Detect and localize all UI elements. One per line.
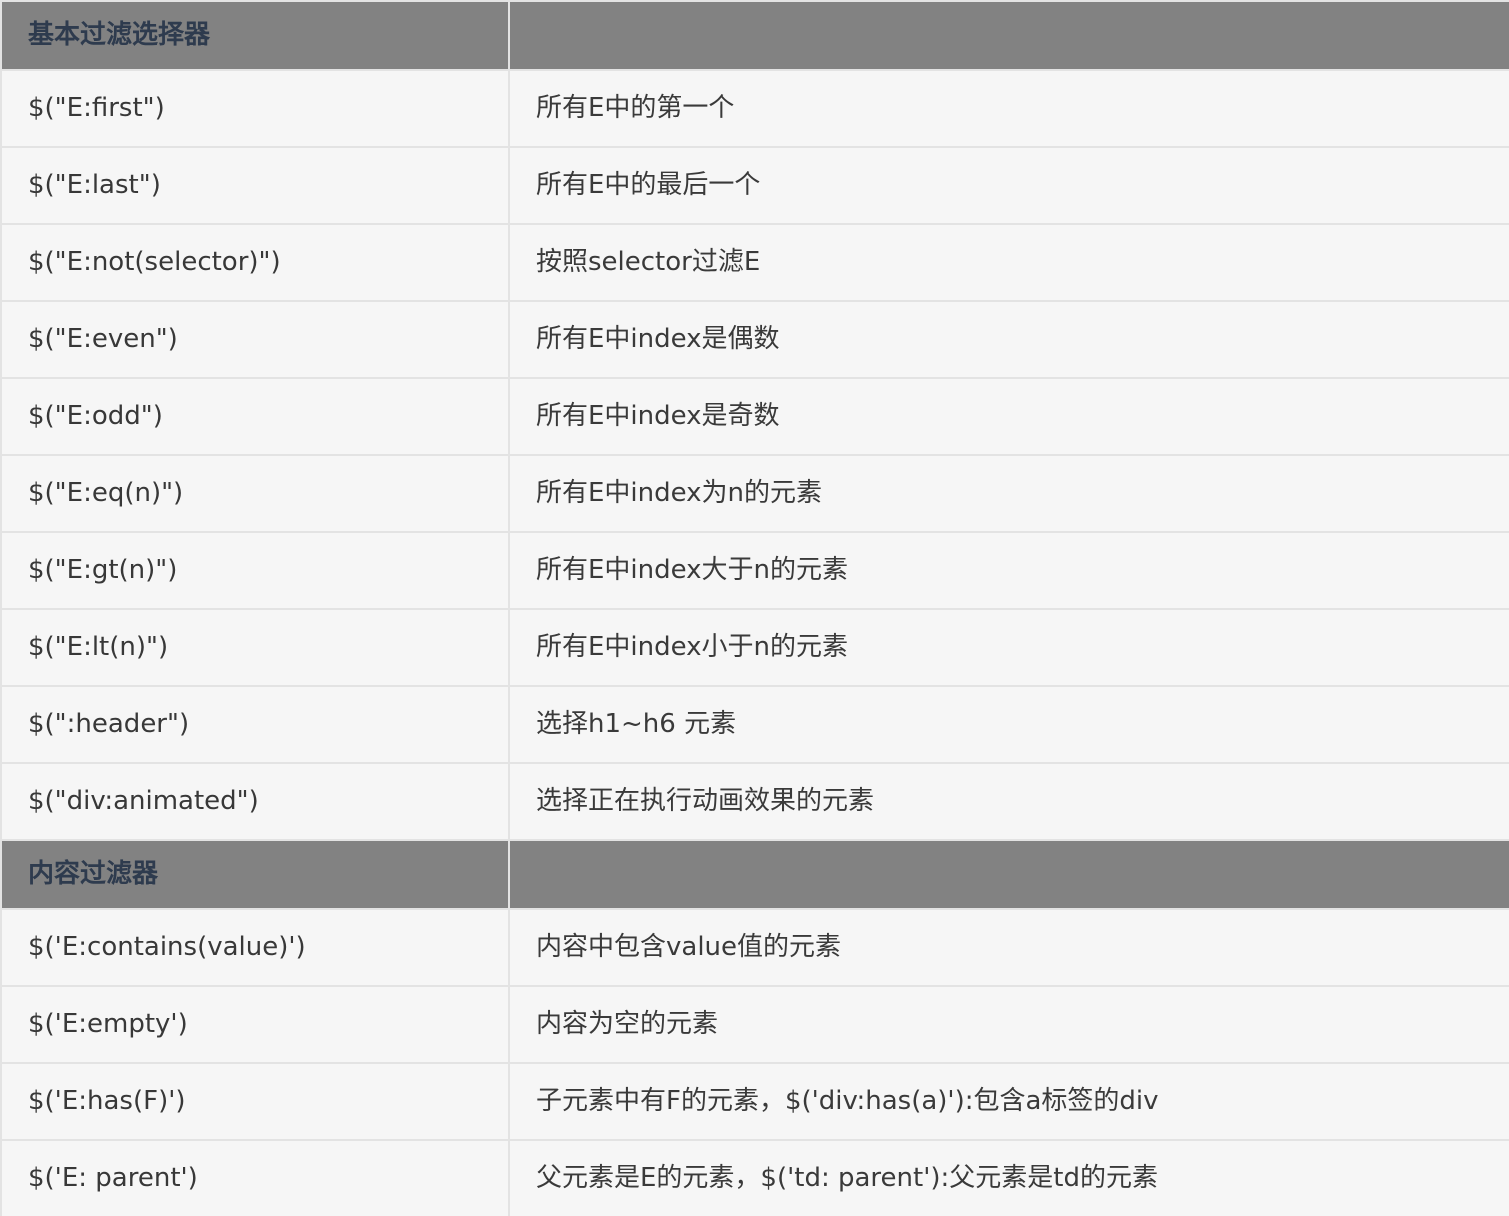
selector-cell: $("div:animated"): [0, 762, 510, 841]
group-title: 基本过滤选择器: [0, 0, 510, 71]
selector-cell: $('E:contains(value)'): [0, 908, 510, 987]
description-cell: 内容为空的元素: [508, 985, 1509, 1064]
selector-cell: $("E:eq(n)"): [0, 454, 510, 533]
description-cell: 所有E中index为n的元素: [508, 454, 1509, 533]
description-cell: 选择正在执行动画效果的元素: [508, 762, 1509, 841]
group-header-basic-filter: 基本过滤选择器: [0, 0, 1509, 71]
group-title: 内容过滤器: [0, 839, 510, 910]
table-row: $("E:last") 所有E中的最后一个: [0, 146, 1509, 225]
selector-cell: $("E:not(selector)"): [0, 223, 510, 302]
table-row: $('E:has(F)') 子元素中有F的元素，$('div:has(a)'):…: [0, 1062, 1509, 1141]
table-row: $('E: parent') 父元素是E的元素，$('td: parent'):…: [0, 1139, 1509, 1216]
selector-cell: $("E:lt(n)"): [0, 608, 510, 687]
table-row: $(":header") 选择h1~h6 元素: [0, 685, 1509, 764]
table-row: $("E:lt(n)") 所有E中index小于n的元素: [0, 608, 1509, 687]
table-row: $("E:eq(n)") 所有E中index为n的元素: [0, 454, 1509, 533]
table-row: $('E:empty') 内容为空的元素: [0, 985, 1509, 1064]
document-page: 基本过滤选择器 $("E:first") 所有E中的第一个 $("E:last"…: [0, 0, 1509, 1216]
selector-cell: $('E:empty'): [0, 985, 510, 1064]
group-header-empty-cell: [508, 839, 1509, 910]
selector-cell: $('E: parent'): [0, 1139, 510, 1216]
description-cell: 所有E中的第一个: [508, 69, 1509, 148]
selector-table: 基本过滤选择器 $("E:first") 所有E中的第一个 $("E:last"…: [0, 0, 1509, 1216]
description-cell: 所有E中index大于n的元素: [508, 531, 1509, 610]
description-cell: 选择h1~h6 元素: [508, 685, 1509, 764]
table-row: $("E:even") 所有E中index是偶数: [0, 300, 1509, 379]
table-row: $("E:not(selector)") 按照selector过滤E: [0, 223, 1509, 302]
selector-cell: $("E:odd"): [0, 377, 510, 456]
table-row: $("E:odd") 所有E中index是奇数: [0, 377, 1509, 456]
description-cell: 所有E中index是奇数: [508, 377, 1509, 456]
group-header-empty-cell: [508, 0, 1509, 71]
group-header-content-filter: 内容过滤器: [0, 839, 1509, 910]
selector-cell: $("E:gt(n)"): [0, 531, 510, 610]
selector-cell: $("E:first"): [0, 69, 510, 148]
selector-cell: $(":header"): [0, 685, 510, 764]
table-row: $("E:first") 所有E中的第一个: [0, 69, 1509, 148]
description-cell: 父元素是E的元素，$('td: parent'):父元素是td的元素: [508, 1139, 1509, 1216]
selector-cell: $("E:last"): [0, 146, 510, 225]
description-cell: 所有E中的最后一个: [508, 146, 1509, 225]
description-cell: 子元素中有F的元素，$('div:has(a)'):包含a标签的div: [508, 1062, 1509, 1141]
description-cell: 按照selector过滤E: [508, 223, 1509, 302]
description-cell: 内容中包含value值的元素: [508, 908, 1509, 987]
selector-cell: $("E:even"): [0, 300, 510, 379]
description-cell: 所有E中index小于n的元素: [508, 608, 1509, 687]
description-cell: 所有E中index是偶数: [508, 300, 1509, 379]
table-row: $('E:contains(value)') 内容中包含value值的元素: [0, 908, 1509, 987]
table-row: $("E:gt(n)") 所有E中index大于n的元素: [0, 531, 1509, 610]
selector-cell: $('E:has(F)'): [0, 1062, 510, 1141]
table-row: $("div:animated") 选择正在执行动画效果的元素: [0, 762, 1509, 841]
